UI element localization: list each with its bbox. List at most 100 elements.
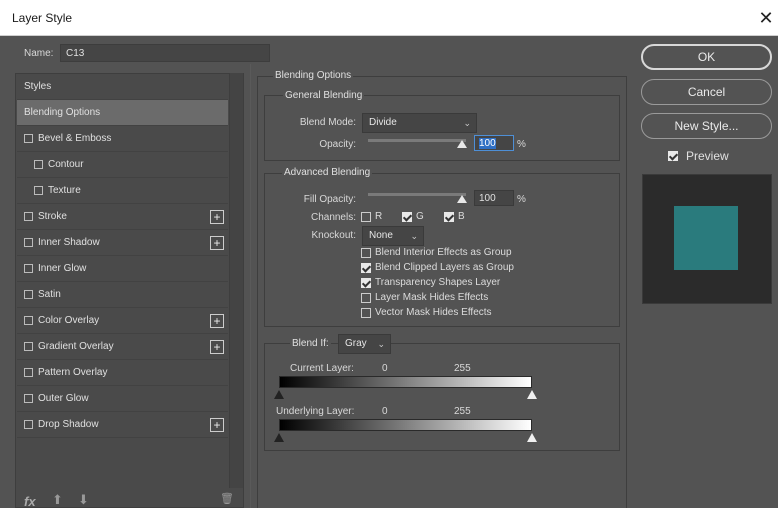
style-item-label: Inner Shadow	[38, 237, 100, 248]
blending-options-title: Blending Options	[273, 70, 354, 81]
opacity-input[interactable]: 100	[474, 135, 514, 151]
current-layer-label: Current Layer:	[290, 363, 354, 374]
add-drop-shadow-plus-icon[interactable]: +	[210, 418, 224, 432]
style-item-label: Contour	[48, 159, 84, 170]
current-layer-max: 255	[454, 363, 471, 374]
knockout-label: Knockout:	[311, 230, 356, 241]
move-down-icon[interactable]: ⬇	[78, 492, 89, 508]
add-inner-shadow-plus-icon[interactable]: +	[210, 236, 224, 250]
fx-icon[interactable]: fx	[24, 494, 36, 508]
channel-g-checkbox[interactable]	[402, 212, 412, 222]
preview-swatch	[674, 206, 738, 270]
current-layer-white-thumb[interactable]	[527, 390, 537, 399]
style-item-blending-options[interactable]: Blending Options	[17, 100, 228, 126]
outer-glow-checkbox[interactable]	[24, 394, 33, 403]
style-item-contour[interactable]: Contour	[17, 152, 228, 178]
styles-list-scrollbar[interactable]	[229, 73, 243, 488]
contour-checkbox[interactable]	[34, 160, 43, 169]
style-item-inner-shadow[interactable]: Inner Shadow +	[17, 230, 228, 256]
underlying-layer-label: Underlying Layer:	[276, 406, 355, 417]
fill-opacity-slider-thumb[interactable]	[457, 195, 467, 203]
new-style-button[interactable]: New Style...	[641, 113, 772, 139]
style-item-label: Color Overlay	[38, 315, 100, 326]
current-layer-gradient-bar[interactable]	[279, 376, 532, 388]
styles-list-panel: Styles Blending Options Bevel & Emboss C…	[15, 73, 244, 508]
style-item-label: Blending Options	[24, 107, 101, 118]
style-item-stroke[interactable]: Stroke +	[17, 204, 228, 230]
opacity-percent: %	[517, 139, 526, 150]
style-item-pattern-overlay[interactable]: Pattern Overlay	[17, 360, 228, 386]
advanced-blending-title: Advanced Blending	[282, 167, 373, 178]
add-stroke-plus-icon[interactable]: +	[210, 210, 224, 224]
chevron-down-icon: ⌄	[463, 118, 471, 128]
move-up-icon[interactable]: ⬆	[52, 492, 63, 508]
vector-mask-hides-label: Vector Mask Hides Effects	[375, 307, 492, 318]
underlying-layer-max: 255	[454, 406, 471, 417]
opacity-slider-track[interactable]	[368, 139, 466, 142]
style-item-bevel-emboss[interactable]: Bevel & Emboss	[17, 126, 228, 152]
color-overlay-checkbox[interactable]	[24, 316, 33, 325]
style-item-gradient-overlay[interactable]: Gradient Overlay +	[17, 334, 228, 360]
opacity-slider-thumb[interactable]	[457, 140, 467, 148]
drop-shadow-checkbox[interactable]	[24, 420, 33, 429]
bevel-emboss-checkbox[interactable]	[24, 134, 33, 143]
blend-mode-dropdown[interactable]: Divide ⌄	[362, 113, 477, 133]
fill-opacity-slider-track[interactable]	[368, 193, 466, 196]
preview-checkbox[interactable]	[668, 151, 678, 161]
layer-mask-hides-checkbox[interactable]	[361, 293, 371, 303]
title-bar: Layer Style ✕	[0, 0, 778, 36]
blend-if-group	[264, 343, 620, 451]
texture-checkbox[interactable]	[34, 186, 43, 195]
close-icon[interactable]: ✕	[756, 8, 776, 28]
pattern-overlay-checkbox[interactable]	[24, 368, 33, 377]
blend-mode-value: Divide	[369, 117, 397, 128]
opacity-value: 100	[479, 138, 496, 149]
blend-clipped-layers-checkbox[interactable]	[361, 263, 371, 273]
chevron-down-icon: ⌄	[377, 339, 385, 349]
fill-opacity-percent: %	[517, 194, 526, 205]
add-color-overlay-plus-icon[interactable]: +	[210, 314, 224, 328]
underlying-layer-black-thumb[interactable]	[274, 433, 284, 442]
inner-shadow-checkbox[interactable]	[24, 238, 33, 247]
fill-opacity-input[interactable]: 100	[474, 190, 514, 206]
chevron-down-icon: ⌄	[410, 231, 418, 241]
blend-if-dropdown[interactable]: Gray ⌄	[338, 334, 391, 354]
style-item-label: Outer Glow	[38, 393, 89, 404]
gradient-overlay-checkbox[interactable]	[24, 342, 33, 351]
cancel-button[interactable]: Cancel	[641, 79, 772, 105]
window-title: Layer Style	[12, 11, 73, 25]
channel-b-checkbox[interactable]	[444, 212, 454, 222]
ok-button[interactable]: OK	[641, 44, 772, 70]
satin-checkbox[interactable]	[24, 290, 33, 299]
add-gradient-overlay-plus-icon[interactable]: +	[210, 340, 224, 354]
trash-icon[interactable]: 🗑	[220, 492, 234, 505]
channel-r-checkbox[interactable]	[361, 212, 371, 222]
blend-if-label: Blend If:	[290, 338, 331, 349]
channel-r-label: R	[375, 211, 383, 222]
stroke-checkbox[interactable]	[24, 212, 33, 221]
blend-interior-effects-checkbox[interactable]	[361, 248, 371, 258]
style-item-color-overlay[interactable]: Color Overlay +	[17, 308, 228, 334]
transparency-shapes-checkbox[interactable]	[361, 278, 371, 288]
blend-if-value: Gray	[345, 338, 367, 349]
style-item-satin[interactable]: Satin	[17, 282, 228, 308]
style-item-inner-glow[interactable]: Inner Glow	[17, 256, 228, 282]
preview-label: Preview	[686, 149, 729, 163]
styles-header-label: Styles	[24, 81, 52, 92]
underlying-layer-gradient-bar[interactable]	[279, 419, 532, 431]
styles-header[interactable]: Styles	[17, 74, 228, 100]
inner-glow-checkbox[interactable]	[24, 264, 33, 273]
transparency-shapes-label: Transparency Shapes Layer	[375, 277, 501, 288]
knockout-dropdown[interactable]: None ⌄	[362, 226, 424, 246]
name-input[interactable]: C13	[60, 44, 270, 62]
style-item-outer-glow[interactable]: Outer Glow	[17, 386, 228, 412]
vector-mask-hides-checkbox[interactable]	[361, 308, 371, 318]
blend-mode-label: Blend Mode:	[299, 117, 356, 128]
style-item-texture[interactable]: Texture	[17, 178, 228, 204]
style-item-drop-shadow[interactable]: Drop Shadow +	[17, 412, 228, 438]
style-item-label: Bevel & Emboss	[38, 133, 112, 144]
style-item-label: Satin	[38, 289, 61, 300]
current-layer-black-thumb[interactable]	[274, 390, 284, 399]
channel-b-label: B	[458, 211, 465, 222]
underlying-layer-white-thumb[interactable]	[527, 433, 537, 442]
